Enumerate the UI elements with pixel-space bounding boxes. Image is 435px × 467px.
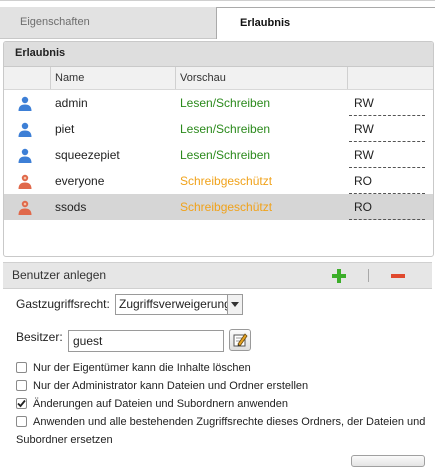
user-name: everyone <box>55 174 105 188</box>
guest-access-label: Gastzugriffsrecht: <box>16 297 110 311</box>
table-row[interactable]: everyone Schreibgeschützt RO <box>4 168 433 194</box>
user-icon <box>18 148 32 163</box>
column-divider <box>50 67 51 89</box>
guest-access-select[interactable]: Zugriffsverweigerung <box>115 294 243 315</box>
owner-label: Besitzer: <box>16 330 63 344</box>
user-icon <box>18 122 32 137</box>
permission-code[interactable]: RW <box>349 116 425 142</box>
table-row[interactable]: squeezepiet Lesen/Schreiben RW <box>4 142 433 168</box>
owner-input[interactable]: guest <box>68 330 224 352</box>
permission-preview: Lesen/Schreiben <box>180 96 271 110</box>
checkbox-label: Änderungen auf Dateien und Subordnern an… <box>33 398 289 410</box>
permissions-panel: Erlaubnis Name Vorschau admin Lesen/Schre… <box>3 41 434 257</box>
user-toolbar: Benutzer anlegen <box>3 262 432 289</box>
checkbox-label: Nur der Eigentümer kann die Inhalte lösc… <box>33 362 251 374</box>
permission-code[interactable]: RW <box>349 90 425 116</box>
permissions-table-body: admin Lesen/Schreiben RW piet Lesen/Schreibe… <box>4 90 433 220</box>
panel-title: Erlaubnis <box>4 42 433 67</box>
user-name: ssods <box>55 200 87 214</box>
create-user-label: Benutzer anlegen <box>12 268 107 282</box>
toolbar-divider <box>368 269 369 282</box>
user-name: admin <box>55 96 88 110</box>
permission-preview: Schreibgeschützt <box>180 174 273 188</box>
minus-icon[interactable] <box>391 274 405 278</box>
permission-preview: Schreibgeschützt <box>180 200 273 214</box>
guest-access-value: Zugriffsverweigerung <box>119 297 227 311</box>
permission-code[interactable]: RO <box>349 194 425 220</box>
guest-user-icon <box>18 174 32 189</box>
permission-preview: Lesen/Schreiben <box>180 148 271 162</box>
table-row[interactable]: admin Lesen/Schreiben RW <box>4 90 433 116</box>
column-divider <box>175 67 176 89</box>
tab-eigenschaften[interactable]: Eigenschaften <box>0 7 216 39</box>
table-row[interactable]: piet Lesen/Schreiben RW <box>4 116 433 142</box>
permission-code[interactable]: RO <box>349 168 425 194</box>
user-name: piet <box>55 122 75 136</box>
plus-icon[interactable] <box>332 269 346 283</box>
tab-erlaubnis[interactable]: Erlaubnis <box>216 7 435 39</box>
column-divider <box>347 67 348 89</box>
user-icon <box>18 96 32 111</box>
permission-code[interactable]: RW <box>349 142 425 168</box>
guest-user-icon <box>18 200 32 215</box>
checkbox-label: Nur der Administrator kann Dateien und O… <box>33 380 309 392</box>
ok-button[interactable] <box>351 455 425 467</box>
edit-icon <box>233 333 248 347</box>
checkbox-admin-create[interactable] <box>16 380 27 391</box>
table-header: Name Vorschau <box>4 67 433 90</box>
chevron-down-icon[interactable] <box>227 295 242 314</box>
edit-owner-button[interactable] <box>229 329 251 351</box>
column-header-preview[interactable]: Vorschau <box>180 67 226 89</box>
column-header-name[interactable]: Name <box>55 67 84 89</box>
checkbox-label: Anwenden und alle bestehenden Zugriffsre… <box>16 416 426 446</box>
permission-preview: Lesen/Schreiben <box>180 122 271 136</box>
checkmark-icon <box>17 399 26 408</box>
tab-bar: Eigenschaften Erlaubnis <box>0 0 435 40</box>
table-row[interactable]: ssods Schreibgeschützt RO <box>4 194 433 220</box>
checkbox-apply-subfolders[interactable] <box>16 398 27 409</box>
user-name: squeezepiet <box>55 148 120 162</box>
checkbox-owner-delete[interactable] <box>16 362 27 373</box>
